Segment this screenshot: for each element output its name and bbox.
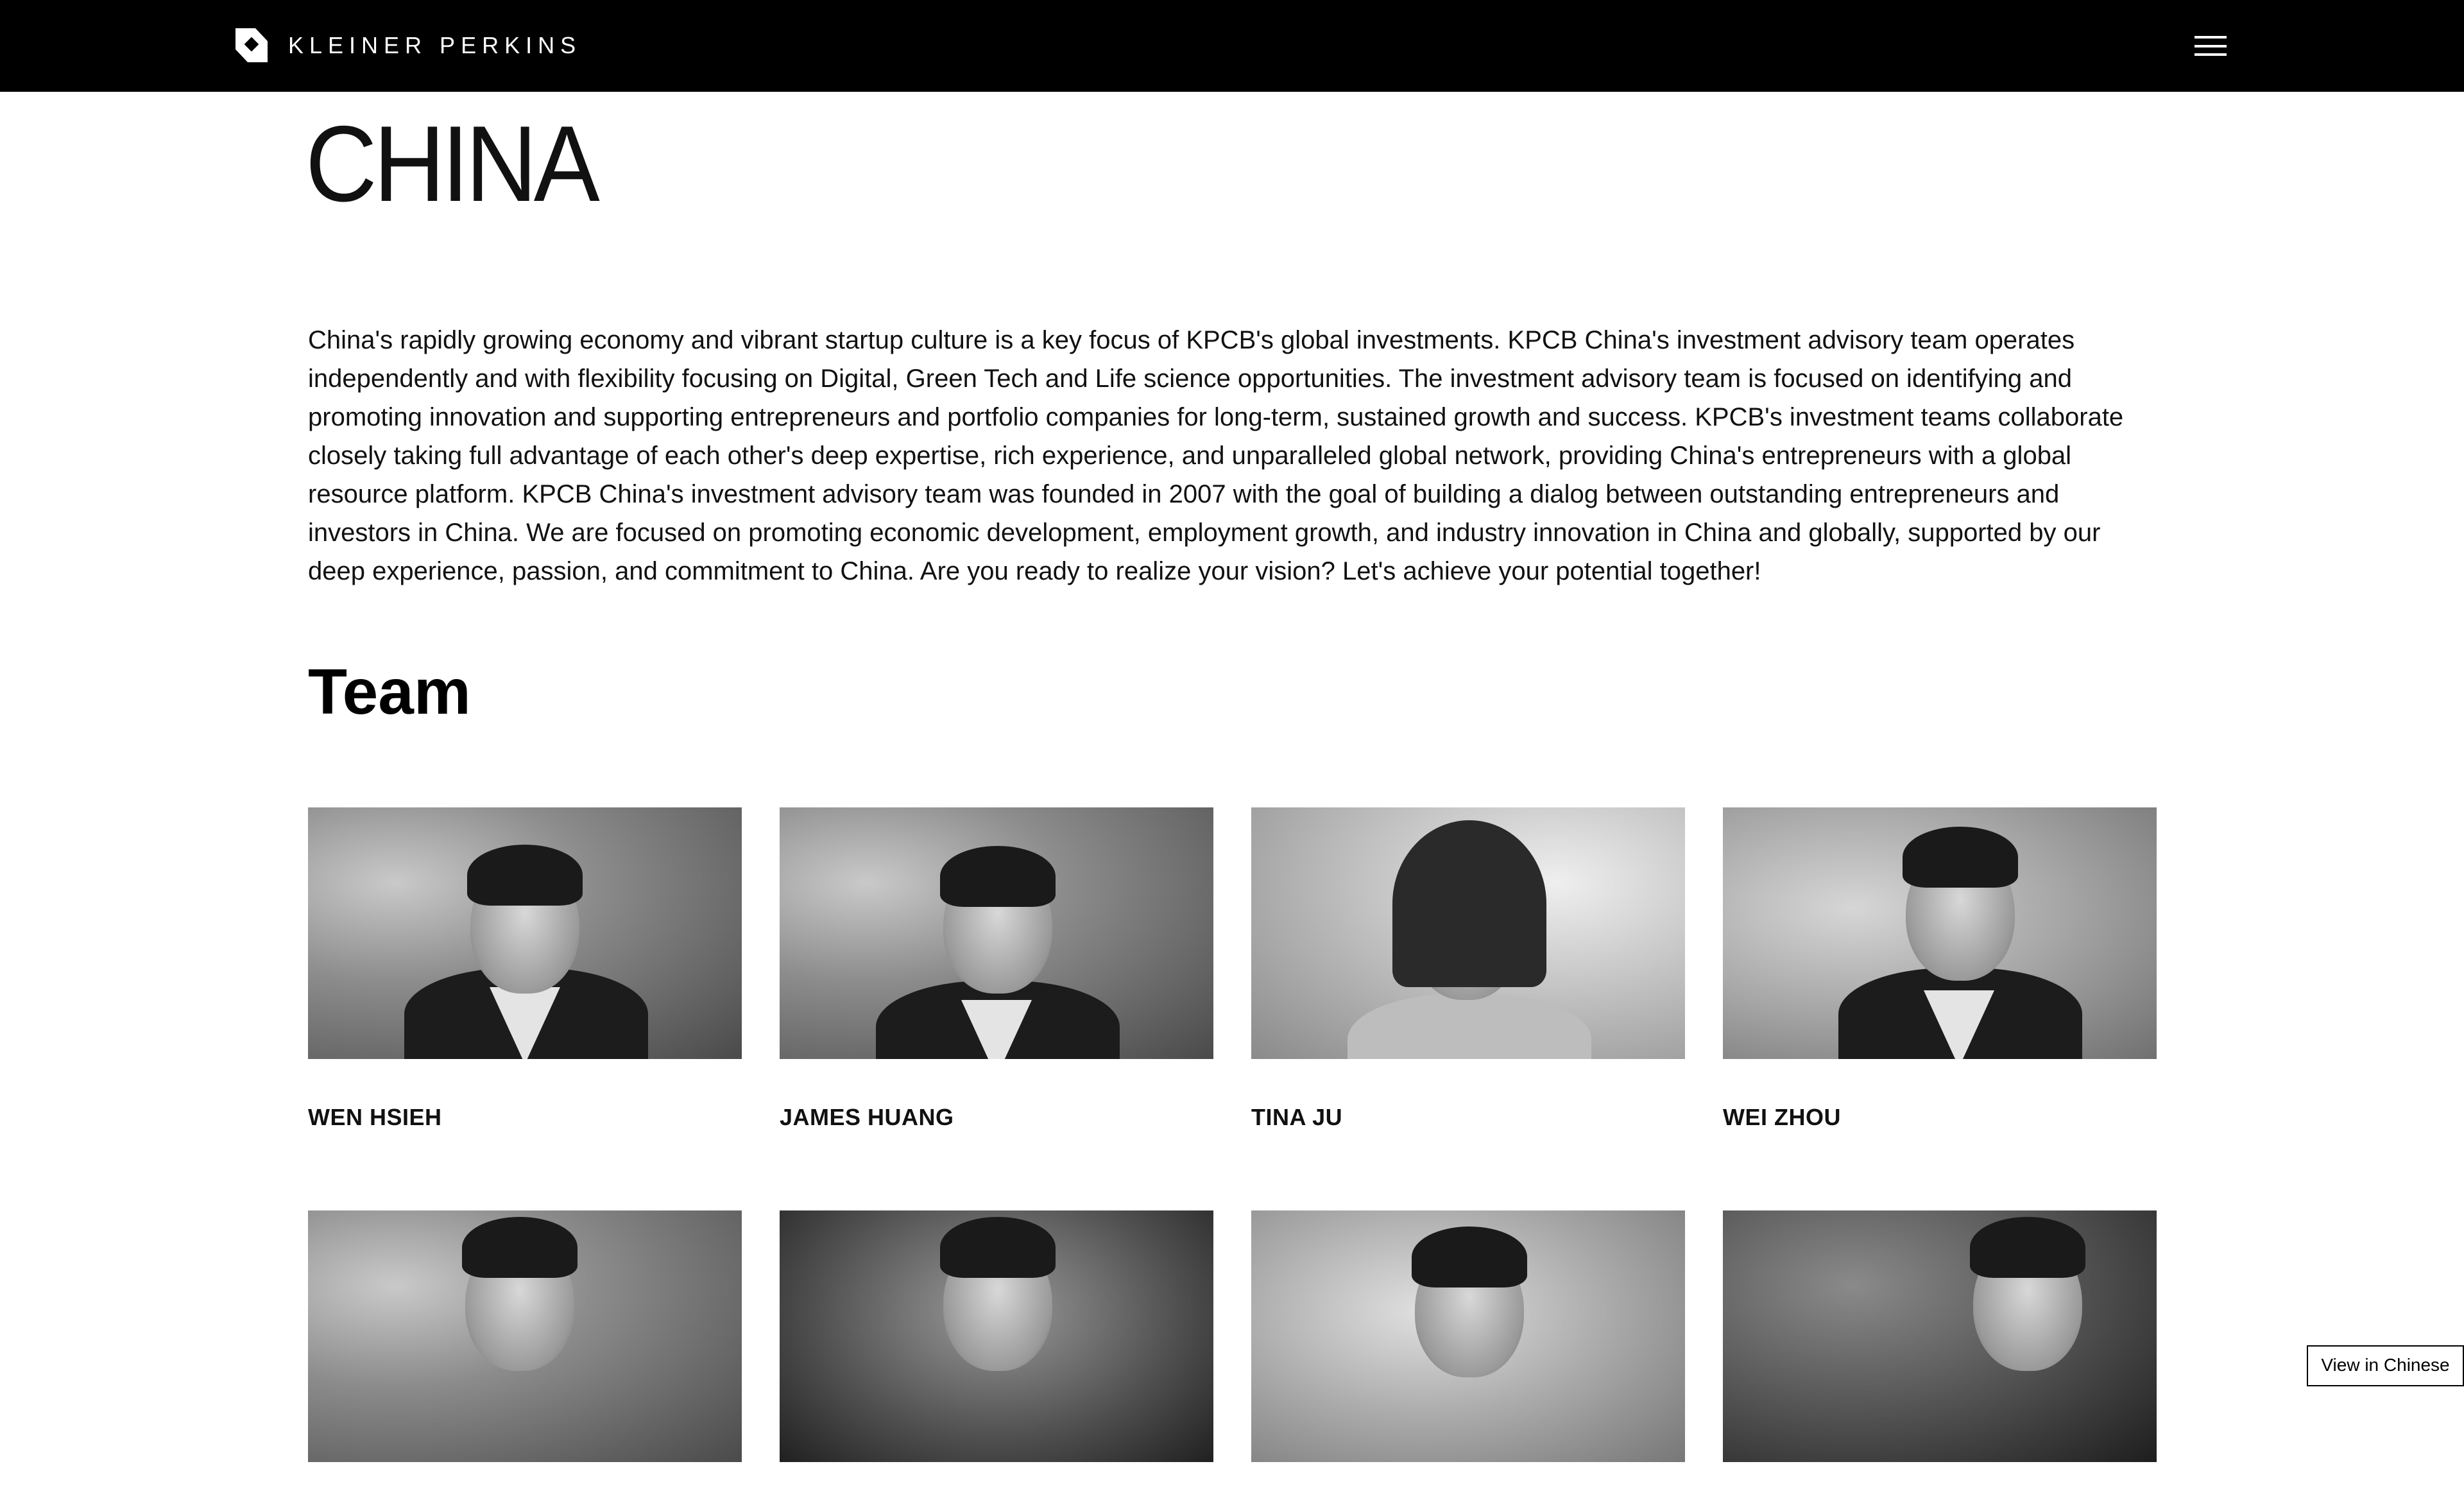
- team-member-photo[interactable]: [1251, 807, 1685, 1059]
- team-member-photo[interactable]: [308, 1210, 742, 1462]
- team-card[interactable]: WEI ZHOU: [1723, 807, 2157, 1131]
- hamburger-menu-icon[interactable]: [2194, 36, 2227, 56]
- team-member-name[interactable]: WEN HSIEH: [308, 1104, 742, 1131]
- team-card[interactable]: WEN HSIEH: [308, 807, 742, 1131]
- team-member-name[interactable]: TINA JU: [1251, 1104, 1685, 1131]
- team-card[interactable]: TINA JU: [1251, 807, 1685, 1131]
- team-heading: Team: [308, 656, 471, 728]
- team-card[interactable]: [308, 1210, 742, 1507]
- team-card[interactable]: JAMES HUANG: [780, 807, 1213, 1131]
- home-logo-link[interactable]: KLEINER PERKINS: [235, 28, 581, 62]
- intro-paragraph: China's rapidly growing economy and vibr…: [308, 326, 2124, 585]
- logo-text: KLEINER PERKINS: [288, 32, 582, 58]
- team-member-photo[interactable]: [308, 807, 742, 1059]
- team-member-name[interactable]: WEI ZHOU: [1723, 1104, 2157, 1131]
- top-navbar: KLEINER PERKINS: [0, 0, 2464, 92]
- team-member-name[interactable]: JAMES HUANG: [780, 1104, 1213, 1131]
- page-title: CHINA: [305, 103, 600, 224]
- team-member-photo[interactable]: [1723, 807, 2157, 1059]
- team-card[interactable]: [1723, 1210, 2157, 1507]
- team-member-photo[interactable]: [1723, 1210, 2157, 1462]
- team-card[interactable]: [1251, 1210, 1685, 1507]
- view-in-chinese-button[interactable]: View in Chinese: [2307, 1345, 2464, 1386]
- team-member-photo[interactable]: [780, 1210, 1213, 1462]
- team-member-photo[interactable]: [1251, 1210, 1685, 1462]
- team-member-photo[interactable]: [780, 807, 1213, 1059]
- team-card[interactable]: [780, 1210, 1213, 1507]
- kleiner-perkins-logo-icon: [235, 28, 268, 62]
